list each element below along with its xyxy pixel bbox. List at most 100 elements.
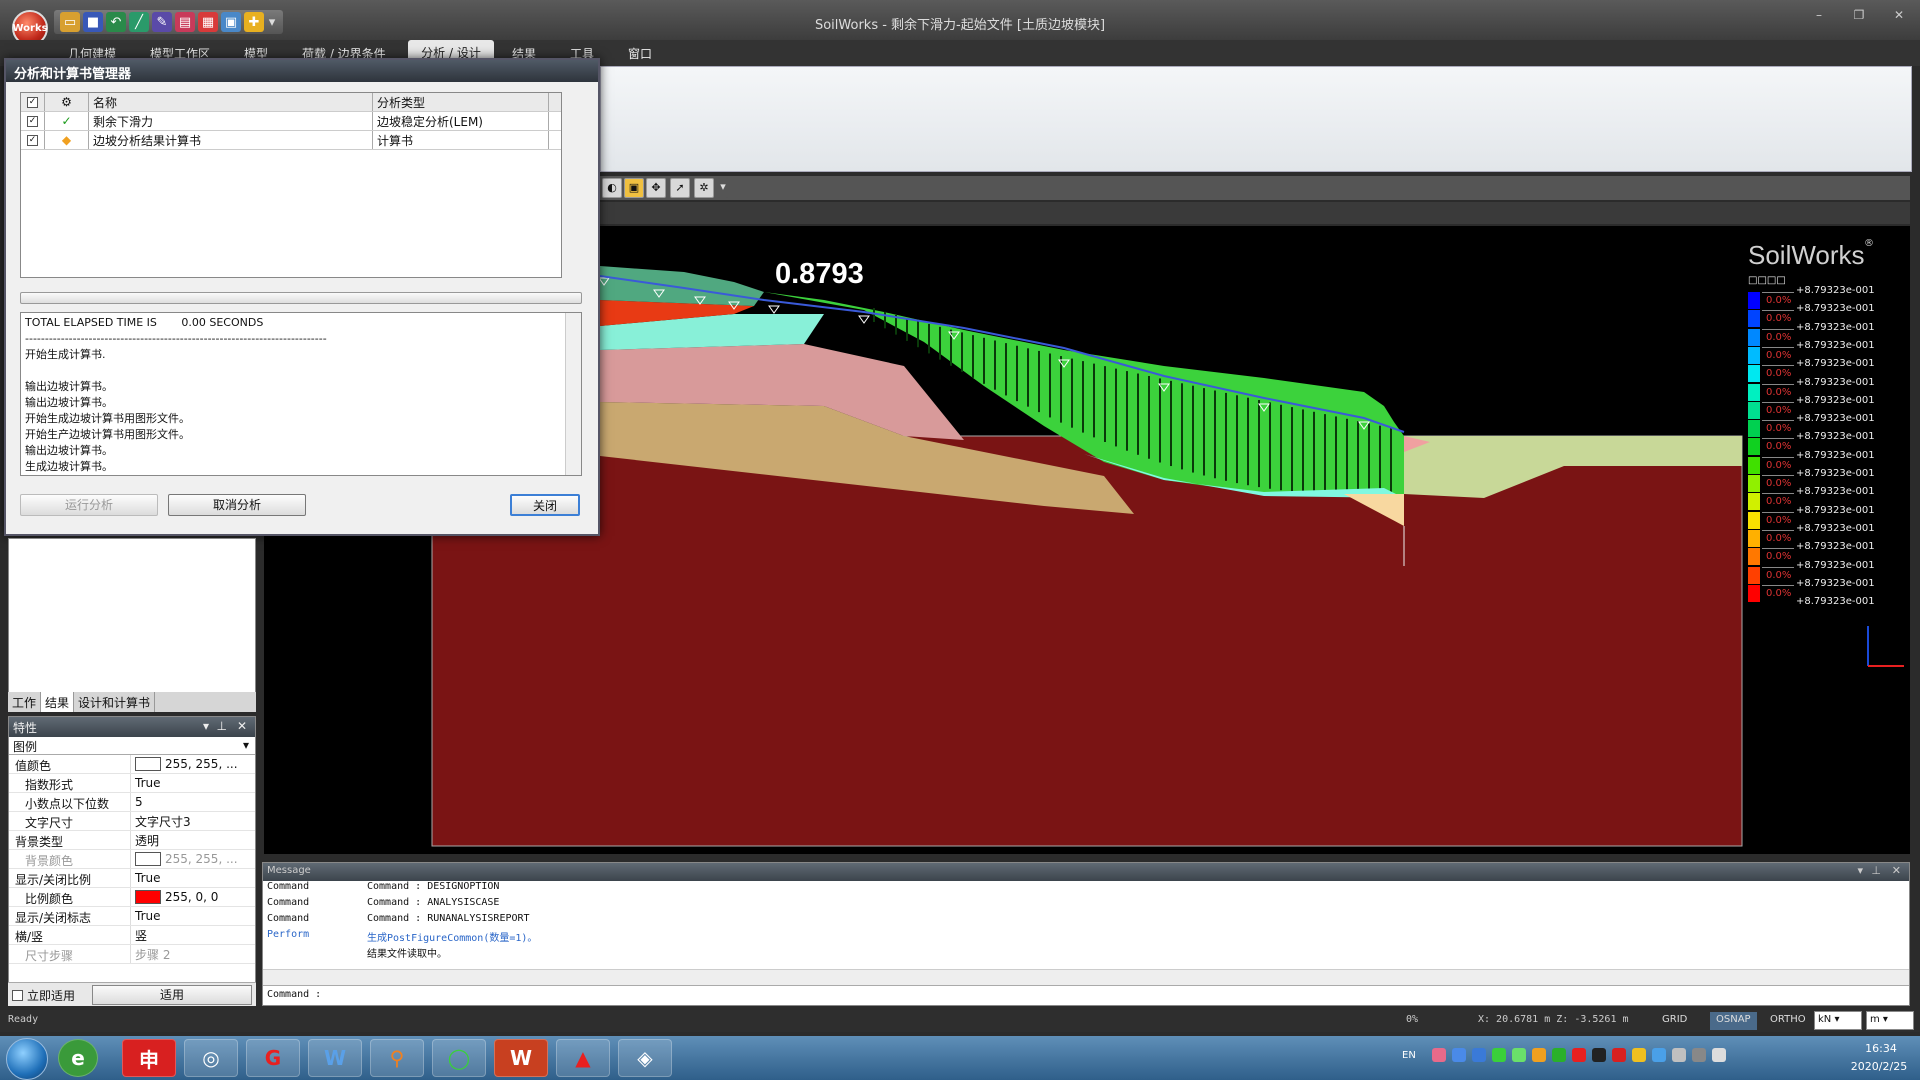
property-value[interactable]: 竖: [131, 926, 255, 944]
select-all-checkbox[interactable]: ✓: [21, 93, 45, 111]
edit-tool-icon[interactable]: ✎: [152, 12, 172, 32]
osnap-toggle[interactable]: OSNAP: [1710, 1012, 1757, 1030]
panel-pin-icon[interactable]: ⊥: [1871, 864, 1881, 877]
app-red-icon[interactable]: 申: [122, 1039, 176, 1077]
plus-tool-icon[interactable]: ✚: [244, 12, 264, 32]
command-input[interactable]: Command :: [263, 985, 1909, 1005]
property-value[interactable]: 255, 0, 0: [131, 888, 255, 906]
cancel-analysis-button[interactable]: 取消分析: [168, 494, 306, 516]
tray-network-icon[interactable]: [1672, 1048, 1686, 1062]
tray-flower-icon[interactable]: [1432, 1048, 1446, 1062]
tray-qq-icon[interactable]: [1452, 1048, 1466, 1062]
rotate-view-icon[interactable]: ◐: [602, 178, 622, 198]
image-tool-icon[interactable]: ▣: [221, 12, 241, 32]
length-unit-select[interactable]: m ▾: [1866, 1011, 1914, 1030]
pan-view-icon[interactable]: ✥: [646, 178, 666, 198]
property-row[interactable]: 小数点以下位数 5: [9, 793, 255, 812]
tray-search-icon[interactable]: [1532, 1048, 1546, 1062]
undo-icon[interactable]: ↶: [106, 12, 126, 32]
tray-green-icon[interactable]: [1552, 1048, 1566, 1062]
tray-display-icon[interactable]: [1692, 1048, 1706, 1062]
minimize-icon[interactable]: –: [1804, 8, 1834, 28]
restore-icon[interactable]: ❐: [1844, 8, 1874, 28]
property-value[interactable]: 255, 255, ...: [131, 755, 255, 773]
autocad-icon[interactable]: ▲: [556, 1039, 610, 1077]
tray-cloud-icon[interactable]: [1472, 1048, 1486, 1062]
clock-date[interactable]: 2020/2/25: [1840, 1060, 1918, 1073]
tray-penguin-icon[interactable]: [1592, 1048, 1606, 1062]
property-value[interactable]: True: [131, 907, 255, 925]
property-value[interactable]: 透明: [131, 831, 255, 849]
app-diamond-icon[interactable]: ◈: [618, 1039, 672, 1077]
property-row[interactable]: 显示/关闭比例 True: [9, 869, 255, 888]
row-checkbox[interactable]: ✓: [21, 112, 45, 130]
panel-pin-icon[interactable]: ⊥: [217, 719, 227, 733]
row-checkbox[interactable]: ✓: [21, 131, 45, 149]
property-row[interactable]: 指数形式 True: [9, 774, 255, 793]
ortho-toggle[interactable]: ORTHO: [1764, 1012, 1812, 1030]
property-row[interactable]: 比例颜色 255, 0, 0: [9, 888, 255, 907]
wechat-icon[interactable]: ◯: [432, 1039, 486, 1077]
browser-icon[interactable]: e: [58, 1039, 98, 1077]
property-row[interactable]: 尺寸步骤 步骤 2: [9, 945, 255, 964]
property-value[interactable]: True: [131, 869, 255, 887]
close-dialog-button[interactable]: 关闭: [510, 494, 580, 516]
select-pointer-icon[interactable]: ➚: [670, 178, 690, 198]
panel-menu-icon[interactable]: ▾: [1857, 864, 1863, 877]
property-value[interactable]: 255, 255, ...: [131, 850, 255, 868]
tab-work[interactable]: 工作: [8, 692, 42, 712]
property-row[interactable]: 显示/关闭标志 True: [9, 907, 255, 926]
soilworks-task-icon[interactable]: W: [494, 1039, 548, 1077]
tab-design-report[interactable]: 设计和计算书: [74, 692, 156, 712]
tab-results[interactable]: 结果: [41, 692, 75, 712]
force-unit-select[interactable]: kN ▾: [1814, 1011, 1862, 1030]
toolbar-more-icon[interactable]: ▾: [718, 178, 728, 198]
input-language[interactable]: EN: [1402, 1050, 1416, 1061]
apply-button[interactable]: 适用: [92, 985, 252, 1005]
panel-close-icon[interactable]: ✕: [237, 719, 247, 733]
table-row[interactable]: ✓ ◆ 边坡分析结果计算书 计算书: [21, 131, 561, 150]
clock-time[interactable]: 16:34: [1850, 1042, 1912, 1055]
wps-writer-icon[interactable]: W: [308, 1039, 362, 1077]
run-analysis-button[interactable]: 运行分析: [20, 494, 158, 516]
panel-menu-icon[interactable]: ▾: [203, 719, 209, 733]
view-options-icon[interactable]: ✲: [694, 178, 714, 198]
property-row[interactable]: 横/竖竖: [9, 926, 255, 945]
property-key: 显示/关闭标志: [9, 907, 131, 925]
tray-wechat-icon[interactable]: [1512, 1048, 1526, 1062]
tray-volume-icon[interactable]: [1712, 1048, 1726, 1062]
tray-g-icon[interactable]: [1572, 1048, 1586, 1062]
close-window-icon[interactable]: ✕: [1884, 8, 1914, 28]
menu-window[interactable]: 窗口: [628, 45, 652, 62]
immediate-apply-checkbox[interactable]: 立即适用: [12, 987, 75, 1004]
line-tool-icon[interactable]: ╱: [129, 12, 149, 32]
open-file-icon[interactable]: ▭: [60, 12, 80, 32]
tray-check-icon[interactable]: [1492, 1048, 1506, 1062]
property-value[interactable]: 5: [131, 793, 255, 811]
property-row[interactable]: 文字尺寸 文字尺寸3: [9, 812, 255, 831]
tray-blue-icon[interactable]: [1652, 1048, 1666, 1062]
search-tool-icon[interactable]: ⚲: [370, 1039, 424, 1077]
property-row[interactable]: 值颜色 255, 255, ...: [9, 755, 255, 774]
panel-close-icon[interactable]: ✕: [1892, 864, 1901, 877]
tray-red-icon[interactable]: [1612, 1048, 1626, 1062]
baidu-netdisk-icon[interactable]: ◎: [184, 1039, 238, 1077]
grid-tool-icon[interactable]: ▦: [198, 12, 218, 32]
property-value[interactable]: 文字尺寸3: [131, 812, 255, 830]
start-button-icon[interactable]: [6, 1038, 48, 1080]
tray-yellow-icon[interactable]: [1632, 1048, 1646, 1062]
property-value[interactable]: 步骤 2: [131, 945, 255, 963]
property-value[interactable]: True: [131, 774, 255, 792]
print-icon[interactable]: ▤: [175, 12, 195, 32]
table-row[interactable]: ✓ ✓ 剩余下滑力 边坡稳定分析(LEM): [21, 112, 561, 131]
app-g-icon[interactable]: G: [246, 1039, 300, 1077]
log-scrollbar[interactable]: [565, 313, 581, 475]
save-icon[interactable]: ■: [83, 12, 103, 32]
zoom-window-icon[interactable]: ▣: [624, 178, 644, 198]
message-horizontal-scrollbar[interactable]: [263, 969, 1909, 985]
properties-category-select[interactable]: 图例 ▾: [9, 737, 255, 755]
property-row[interactable]: 背景颜色 255, 255, ...: [9, 850, 255, 869]
property-row[interactable]: 背景类型 透明: [9, 831, 255, 850]
qat-dropdown-icon[interactable]: ▾: [267, 12, 277, 32]
grid-toggle[interactable]: GRID: [1656, 1012, 1693, 1030]
